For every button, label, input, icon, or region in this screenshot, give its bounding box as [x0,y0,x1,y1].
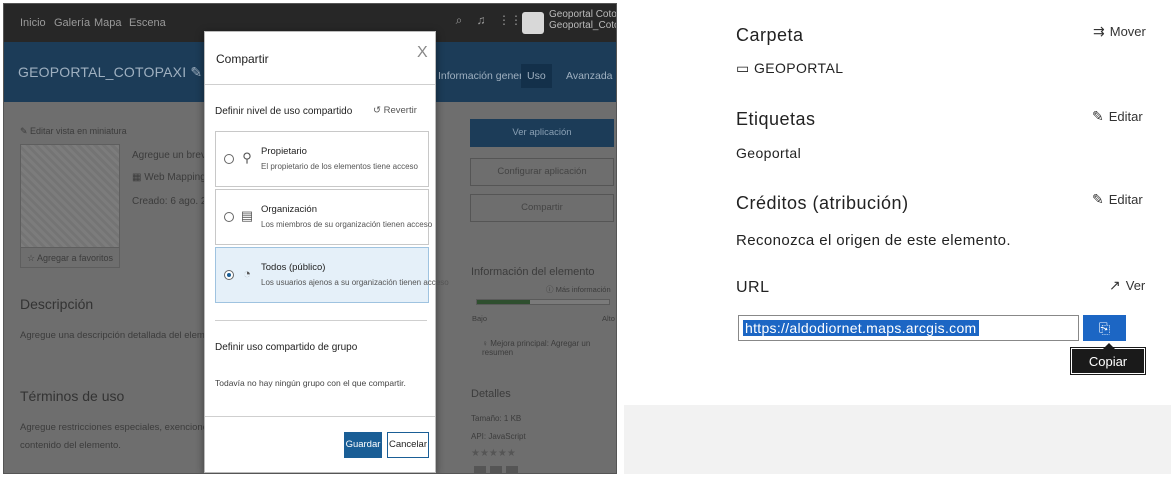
divider [215,320,427,321]
revert-link[interactable]: ↺ Revertir [373,105,417,116]
user-menu[interactable]: Geoportal CotopaxiGeoportal_Cotopaxi [549,9,617,31]
no-groups-message: Todavía no hay ningún grupo con el que c… [215,378,406,388]
share-option-description: Los usuarios ajenos a su organización ti… [261,278,449,287]
dialog-title: Compartir [216,52,269,66]
item-page-panel: Inicio Galería Mapa Escena ⌕ ♫ ⋮⋮ Geopor… [3,3,617,474]
social-icon[interactable] [490,466,502,473]
radio-organization[interactable] [224,212,234,222]
share-option-organization[interactable]: ▤ Organización Los miembros de su organi… [215,189,433,245]
quality-low-label: Bajo [472,314,488,323]
folder-icon: ▭ [736,60,750,76]
tags-edit-button[interactable]: ✎ Editar [1092,108,1143,125]
share-option-label: Propietario [261,146,307,157]
user-username: Geoportal_Cotopaxi [549,20,616,31]
top-improvement[interactable]: ♀ Mejora principal: Agregar un resumen [482,339,616,357]
credits-heading: Créditos (atribución) [736,193,909,213]
share-level-heading: Definir nivel de uso compartido [215,106,353,117]
share-button[interactable]: Compartir [470,194,614,222]
details-size: Tamaño: 1 KB [471,414,522,423]
radio-public[interactable] [224,270,234,280]
credits-edit-button[interactable]: ✎ Editar [1092,191,1143,208]
more-info-link[interactable]: ⓘ Más información [546,284,611,295]
folder-value: ▭ GEOPORTAL [736,60,844,76]
url-field[interactable]: https://aldodiornet.maps.arcgis.com [738,315,1079,341]
add-to-favorites-button[interactable]: ☆ Agregar a favoritos [20,248,120,268]
view-app-button[interactable]: Ver aplicación [470,119,614,147]
edit-pencil-icon[interactable]: ✎ [190,64,202,80]
cancel-button[interactable]: Cancelar [387,432,429,458]
terms-heading: Términos de uso [20,388,125,404]
close-icon[interactable]: X [417,44,428,62]
screenshot-root: Inicio Galería Mapa Escena ⌕ ♫ ⋮⋮ Geopor… [0,0,1172,477]
item-info-heading: Información del elemento [471,266,595,278]
panel-footer [624,405,1171,474]
move-button[interactable]: ⇉ Mover [1093,23,1146,40]
nav-link-map[interactable]: Mapa [94,17,122,29]
nav-link-home[interactable]: Inicio [20,17,46,29]
configure-app-button[interactable]: Configurar aplicación [470,158,614,186]
undo-icon: ↺ [373,105,381,116]
social-icon[interactable] [474,466,486,473]
copy-clipboard-icon: ⎘ [1098,320,1111,336]
description-placeholder[interactable]: Agregue una descripción detallada del el… [20,330,226,341]
nav-link-scene[interactable]: Escena [129,17,166,29]
lightbulb-icon: ♀ [482,339,488,348]
share-option-description: Los miembros de su organización tienen a… [261,220,433,229]
url-text-selected[interactable]: https://aldodiornet.maps.arcgis.com [743,320,979,336]
tab-advanced[interactable]: Avanzada [566,70,613,82]
nav-link-gallery[interactable]: Galería [54,17,90,29]
pencil-icon: ✎ [1092,108,1104,124]
divider [205,84,435,85]
external-link-icon: ↗ [1109,277,1121,293]
copy-tooltip: Copiar [1070,343,1146,375]
user-display-name: Geoportal Cotopaxi [549,9,617,20]
share-option-label: Todos (público) [261,262,326,273]
divider [205,416,435,417]
item-details-panel: Carpeta ⇉ Mover ▭ GEOPORTAL Etiquetas ✎ Ed… [624,3,1171,474]
tags-heading: Etiquetas [736,109,816,129]
description-heading: Descripción [20,296,94,312]
app-launcher-icon[interactable]: ⋮⋮ [498,13,522,27]
move-folder-icon: ⇉ [1093,23,1105,39]
terms-placeholder-line2: contenido del elemento. [20,440,121,451]
notification-bell-icon[interactable]: ♫ [474,13,488,27]
item-quality-bar [476,299,610,305]
group-share-heading: Definir uso compartido de grupo [215,342,358,353]
url-heading: URL [736,279,770,296]
folder-heading: Carpeta [736,25,804,45]
credits-value: Reconozca el origen de este elemento. [736,232,1011,249]
share-dialog: Compartir X Definir nivel de uso compart… [204,31,449,473]
search-icon[interactable]: ⌕ [452,13,466,27]
quality-high-label: Alto [602,314,615,323]
share-option-label: Organización [261,204,317,215]
item-title: GEOPORTAL_COTOPAXI ✎ [18,64,203,80]
copy-button[interactable]: ⎘ [1083,315,1126,341]
save-button[interactable]: Guardar [344,432,382,458]
globe-icon: ◔ [243,266,251,281]
details-api: API: JavaScript [471,432,526,441]
owner-icon: ⚲ [242,150,252,165]
view-url-button[interactable]: ↗ Ver [1109,277,1145,294]
details-heading: Detalles [471,388,511,400]
pencil-icon: ✎ [1092,191,1104,207]
organization-icon: ▤ [240,208,254,223]
info-icon: ⓘ [546,285,554,294]
tab-usage[interactable]: Uso [521,64,552,88]
radio-owner[interactable] [224,154,234,164]
edit-thumbnail-link[interactable]: ✎ Editar vista en miniatura [20,126,127,137]
item-thumbnail [20,144,120,248]
item-quality-fill [477,300,530,304]
share-option-owner[interactable]: ⚲ Propietario El propietario de los elem… [215,131,429,187]
rating-stars[interactable]: ★★★★★ [471,448,516,459]
share-option-description: El propietario de los elementos tiene ac… [261,162,418,171]
tab-overview[interactable]: Información general [438,70,531,82]
share-option-public[interactable]: ◔ Todos (público) Los usuarios ajenos a … [215,247,449,303]
social-icon[interactable] [506,466,518,473]
avatar[interactable] [522,12,544,34]
tags-value: Geoportal [736,145,802,161]
